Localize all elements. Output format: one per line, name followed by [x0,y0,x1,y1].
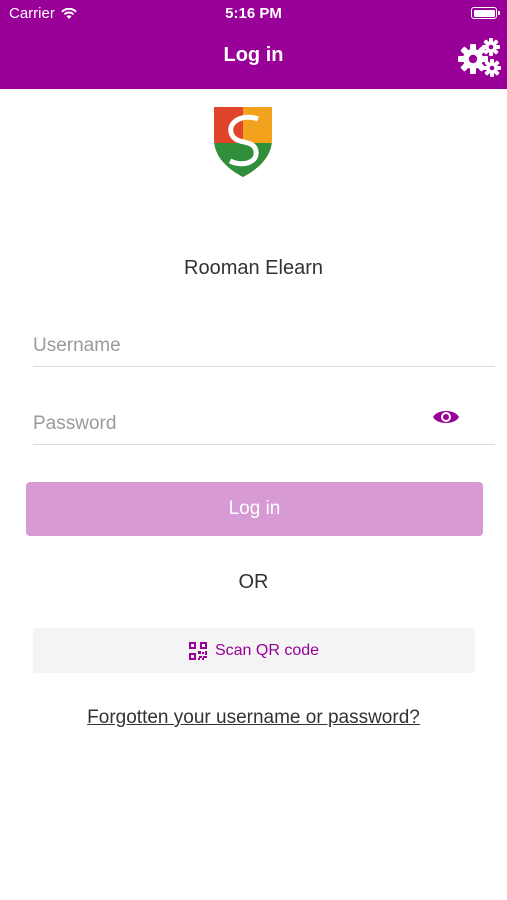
qr-code-icon [188,641,207,660]
battery-icon [471,7,500,19]
scan-qr-button[interactable]: Scan QR code [33,628,475,673]
show-password-icon[interactable] [432,407,460,427]
clock: 5:16 PM [225,5,282,22]
forgot-credentials-link[interactable]: Forgotten your username or password? [0,707,507,729]
or-divider: OR [238,571,269,593]
password-field [33,404,495,445]
gears-icon[interactable] [457,37,501,79]
status-bar: Carrier 5:16 PM [0,0,507,28]
app-logo [214,107,272,177]
username-input[interactable] [33,326,413,366]
username-field [33,326,495,367]
login-button[interactable]: Log in [26,482,483,536]
app-header: Carrier 5:16 PM Log in [0,0,507,89]
app-name: Rooman Elearn [184,257,323,279]
scan-qr-label: Scan QR code [214,641,320,659]
page-title: Log in [223,44,284,66]
password-input[interactable] [33,404,413,444]
